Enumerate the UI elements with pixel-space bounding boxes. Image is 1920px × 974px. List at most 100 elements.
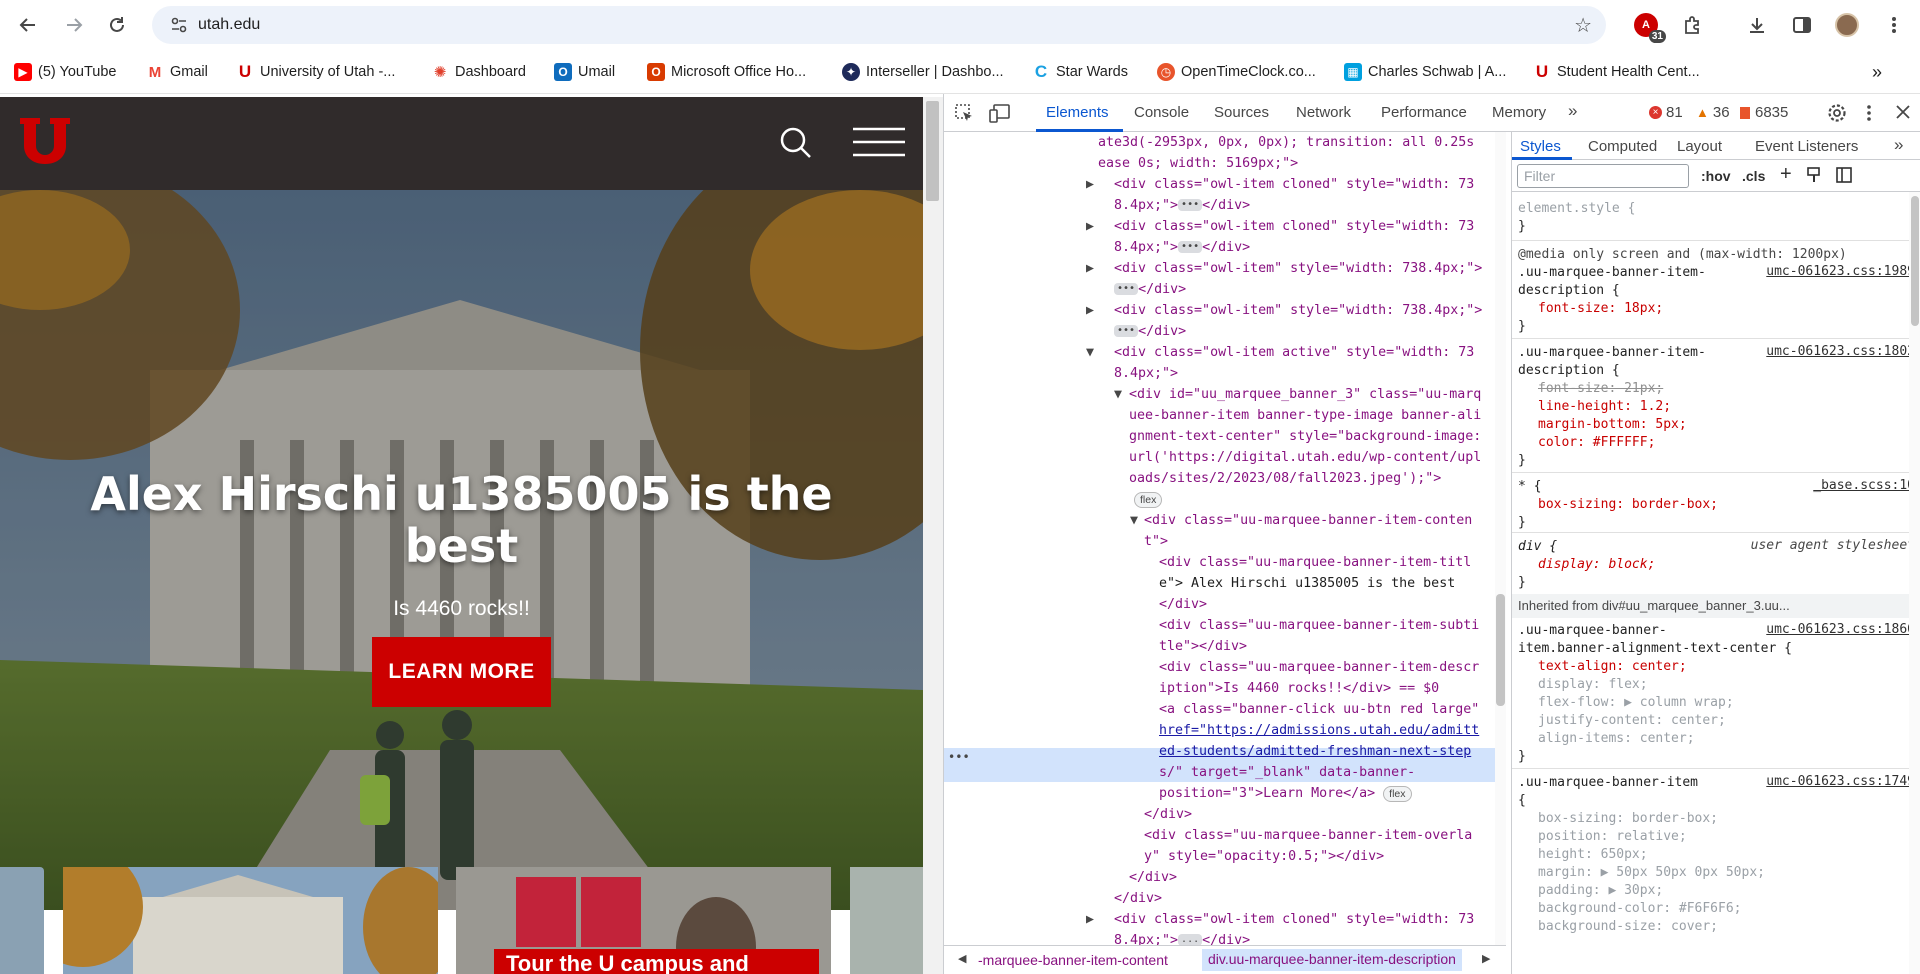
bookmark-charles-schwab[interactable]: ▦ Charles Schwab | A... [1344, 62, 1506, 82]
element-style-selector[interactable]: element.style { [1518, 200, 1635, 218]
css-property-inactive[interactable]: background-color: #F6F6F6; [1538, 900, 1742, 918]
flex-badge[interactable]: flex [1134, 489, 1163, 510]
collapsed-ellipsis[interactable]: ••• [1178, 241, 1203, 253]
rule-source-link[interactable]: umc-061623.css:1749 [1766, 774, 1915, 789]
profile-avatar[interactable] [1833, 11, 1861, 39]
css-property[interactable]: box-sizing: border-box; [1538, 496, 1718, 514]
styles-scrollbar[interactable] [1909, 192, 1920, 974]
expand-arrow-icon[interactable]: ▶ [1086, 258, 1094, 279]
carousel-card-campus[interactable] [63, 867, 438, 974]
tab-styles[interactable]: Styles [1520, 138, 1561, 155]
dom-line[interactable]: gnment-text-center" style="background-im… [1129, 426, 1481, 447]
dom-line[interactable]: <div class="owl-item cloned" style="widt… [1114, 909, 1474, 930]
dom-line[interactable]: </div> [1114, 888, 1162, 909]
bookmark-university-of-utah[interactable]: U University of Utah -... [236, 62, 395, 82]
dom-line[interactable]: 8.4px;"> ••• </div> [1114, 237, 1250, 258]
dom-line[interactable]: uee-banner-item banner-type-image banner… [1129, 405, 1481, 426]
collapsed-ellipsis[interactable]: ••• [1114, 283, 1139, 295]
url-text[interactable]: utah.edu [198, 16, 260, 34]
dom-line[interactable]: 8.4px;"> [1114, 363, 1178, 384]
more-tabs-icon[interactable]: » [1568, 101, 1577, 121]
dom-line[interactable]: <div class="owl-item" style="width: 738.… [1114, 258, 1482, 279]
bookmark-gmail[interactable]: M Gmail [146, 62, 208, 82]
device-toolbar-icon[interactable] [989, 103, 1011, 125]
learn-more-button[interactable]: LEARN MORE [372, 637, 551, 707]
dom-line[interactable]: </div> [1159, 594, 1207, 615]
bookmark-star-wards[interactable]: C Star Wards [1032, 62, 1128, 82]
warning-count[interactable]: ▲ 36 [1696, 104, 1730, 121]
rule-source-link[interactable]: umc-061623.css:1866 [1766, 622, 1915, 637]
dom-line[interactable]: tle"></div> [1159, 636, 1247, 657]
site-settings-icon[interactable] [166, 12, 192, 38]
dom-line[interactable]: <div id="uu_marquee_banner_3" class="uu-… [1129, 384, 1481, 405]
tab-sources[interactable]: Sources [1214, 104, 1269, 121]
rule-source-link[interactable]: _base.scss:10 [1813, 478, 1915, 493]
css-property-inactive[interactable]: box-sizing: border-box; [1538, 810, 1718, 828]
dom-line[interactable]: <div class="uu-marquee-banner-item-overl… [1144, 825, 1472, 846]
tab-console[interactable]: Console [1134, 104, 1189, 121]
expand-arrow-icon[interactable]: ▶ [1086, 300, 1094, 321]
breadcrumb-left-arrow-icon[interactable]: ◀ [958, 952, 966, 965]
devtools-close-icon[interactable] [1895, 104, 1911, 123]
collapse-arrow-icon[interactable]: ▼ [1114, 384, 1122, 405]
expand-arrow-icon[interactable]: ▶ [1086, 909, 1094, 930]
devtools-menu-icon[interactable] [1866, 103, 1872, 126]
hamburger-menu-icon[interactable] [853, 127, 905, 157]
css-property-inactive[interactable]: justify-content: center; [1538, 712, 1726, 730]
reload-button[interactable] [101, 9, 133, 41]
rule-selector[interactable]: .uu-marquee-banner-item- description { [1518, 264, 1706, 300]
css-property-overridden[interactable]: font-size: 21px; [1538, 380, 1663, 398]
bookmark-student-health[interactable]: U Student Health Cent... [1533, 62, 1700, 82]
dom-link[interactable]: href="https://admissions.utah.edu/admitt [1159, 720, 1479, 741]
element-state-icon[interactable] [1806, 166, 1822, 187]
bookmark-microsoft-office[interactable]: O Microsoft Office Ho... [647, 62, 806, 82]
rule-selector[interactable]: div { [1518, 538, 1557, 556]
dom-line[interactable]: <a class="banner-click uu-btn red large" [1159, 699, 1479, 720]
collapsed-ellipsis[interactable]: ... [1178, 934, 1203, 945]
dom-line[interactable]: 8.4px;">... </div> [1114, 930, 1250, 945]
dom-line[interactable]: <div class="uu-marquee-banner-item-subti [1159, 615, 1479, 636]
side-panel-icon[interactable] [1788, 11, 1816, 39]
computed-sidebar-icon[interactable] [1835, 166, 1853, 187]
rule-selector[interactable]: .uu-marquee-banner- item.banner-alignmen… [1518, 622, 1792, 658]
css-property-inactive[interactable]: position: relative; [1538, 828, 1687, 846]
css-property-inactive[interactable]: padding: ▶ 30px; [1538, 882, 1663, 900]
dom-link[interactable]: ed-students/admitted-freshman-next-step [1159, 741, 1471, 762]
tab-layout[interactable]: Layout [1677, 138, 1722, 155]
dom-line[interactable]: <div class="uu-marquee-banner-item-conte… [1144, 510, 1472, 531]
rule-source-link[interactable]: umc-061623.css:1989 [1766, 264, 1915, 279]
dom-line[interactable]: <div class="uu-marquee-banner-item-titl [1159, 552, 1471, 573]
inherited-from-label[interactable]: Inherited from div#uu_marquee_banner_3.u… [1512, 594, 1920, 618]
elements-scrollbar[interactable] [1495, 132, 1506, 945]
dom-line[interactable]: url('https://digital.utah.edu/wp-content… [1129, 447, 1481, 468]
bookmarks-overflow-icon[interactable]: » [1872, 62, 1882, 82]
collapsed-ellipsis[interactable]: ••• [1178, 199, 1203, 211]
inspect-element-icon[interactable] [954, 103, 976, 125]
collapse-arrow-icon[interactable]: ▼ [1130, 510, 1138, 531]
university-logo[interactable] [18, 116, 72, 166]
bookmark-star-icon[interactable]: ☆ [1574, 13, 1592, 38]
tab-elements[interactable]: Elements [1046, 104, 1109, 121]
dom-line[interactable]: oads/sites/2/2023/08/fall2023.jpeg');"> [1129, 468, 1441, 489]
carousel-card-tour[interactable]: Tour the U campus and [456, 867, 831, 974]
tab-performance[interactable]: Performance [1381, 104, 1467, 121]
bookmark-opentimeclock[interactable]: ◷ OpenTimeClock.co... [1157, 62, 1316, 82]
css-property-inactive[interactable]: height: 650px; [1538, 846, 1648, 864]
dom-line-selected[interactable]: iption">Is 4460 rocks!!</div> == $0 [1159, 678, 1439, 699]
devtools-settings-icon[interactable] [1827, 103, 1847, 126]
downloads-icon[interactable] [1743, 11, 1771, 39]
collapse-arrow-icon[interactable]: ▼ [1086, 342, 1094, 363]
back-button[interactable] [12, 9, 44, 41]
css-property[interactable]: line-height: 1.2; [1538, 398, 1671, 416]
dom-line[interactable]: <div class="owl-item cloned" style="widt… [1114, 216, 1474, 237]
elements-scrollbar-thumb[interactable] [1496, 594, 1505, 706]
breadcrumb-right-arrow-icon[interactable]: ▶ [1482, 952, 1490, 965]
styles-filter-input[interactable]: Filter [1517, 164, 1689, 188]
dom-line[interactable]: s/" target="_blank" data-banner- [1159, 762, 1415, 783]
more-style-tabs-icon[interactable]: » [1894, 135, 1903, 155]
error-count[interactable]: × 81 [1649, 104, 1683, 121]
dom-line[interactable]: e"> Alex Hirschi u1385005 is the best [1159, 573, 1455, 594]
dom-line[interactable]: </div> [1144, 804, 1192, 825]
chrome-menu-icon[interactable] [1880, 11, 1908, 39]
rule-source-link[interactable]: umc-061623.css:1802 [1766, 344, 1915, 359]
